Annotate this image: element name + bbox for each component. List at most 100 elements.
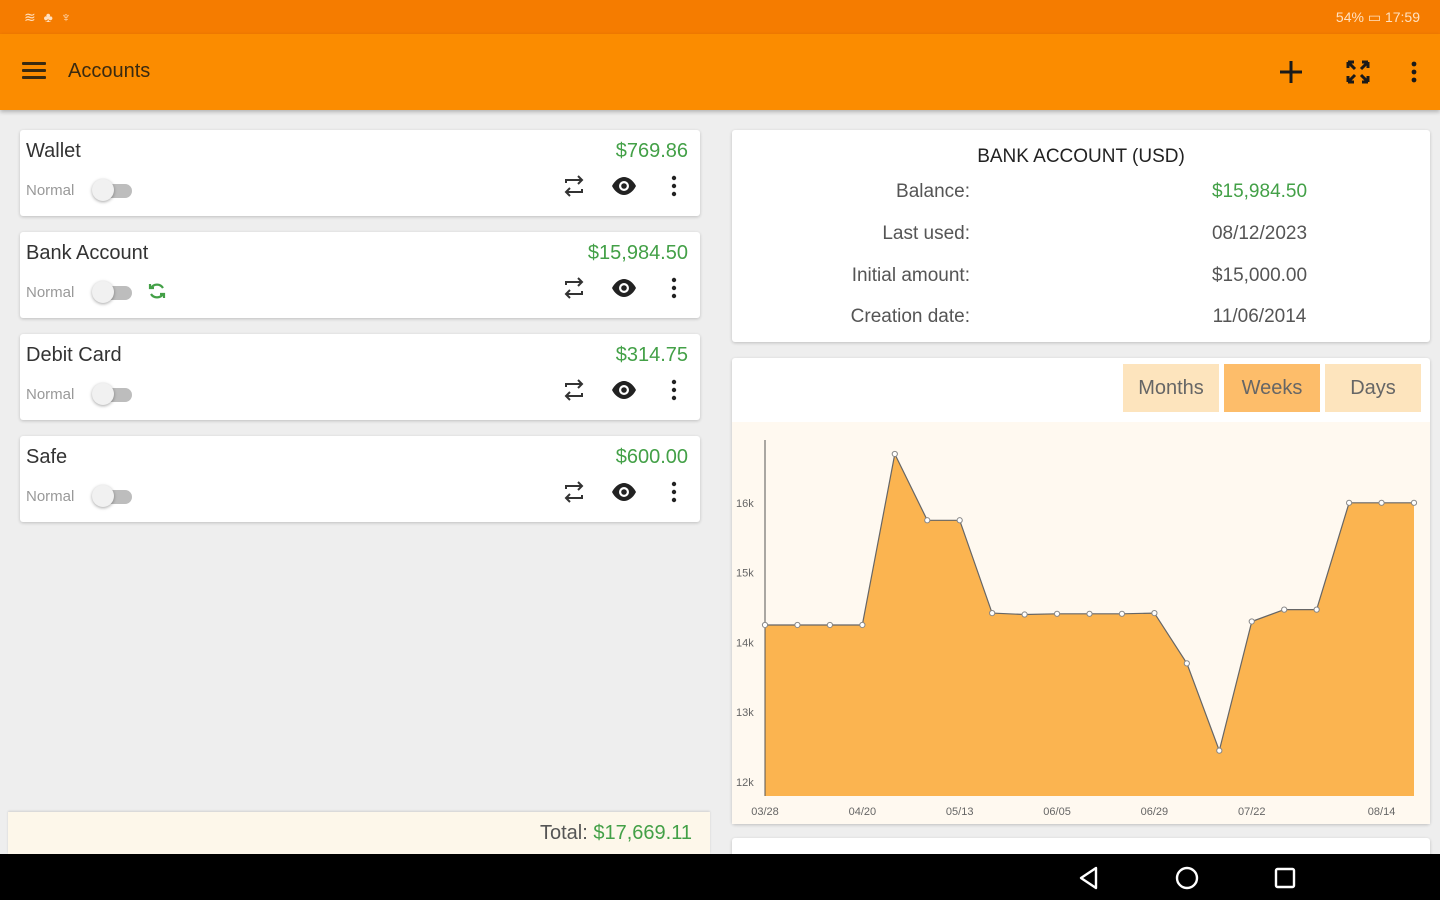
- total-bar: Total: $17,669.11: [8, 812, 710, 854]
- account-details-heading: BANK ACCOUNT (USD): [977, 146, 1185, 167]
- visibility-icon[interactable]: [610, 172, 638, 200]
- account-balance: $15,984.50: [587, 242, 688, 264]
- battery-icon: ▭: [1367, 9, 1382, 25]
- mode-toggle[interactable]: [92, 382, 132, 406]
- detail-value: $15,984.50: [1211, 181, 1308, 202]
- y-tick-label: 15k: [736, 568, 754, 580]
- account-name: Bank Account: [26, 242, 149, 264]
- data-point: [1313, 606, 1320, 613]
- account-balance: $600.00: [615, 446, 688, 468]
- data-point: [891, 450, 898, 458]
- sync-icon: [146, 280, 168, 302]
- data-point: [1053, 610, 1061, 617]
- clock: 17:59: [1384, 9, 1420, 25]
- detail-row-balance: Balance: $15,984.50: [732, 181, 1430, 211]
- data-point: [1410, 499, 1418, 506]
- mode-toggle[interactable]: [92, 484, 132, 508]
- transfer-icon[interactable]: [560, 376, 588, 404]
- total-value: $17,669.11: [593, 822, 692, 844]
- fullscreen-icon[interactable]: [1340, 54, 1376, 90]
- tab-days[interactable]: Days: [1325, 364, 1421, 412]
- balance-chart: 12k 13k 14k 15k 16k 03/28 04/20 05/13 06/05 06/29…: [736, 440, 1418, 818]
- account-name: Debit Card: [26, 344, 122, 366]
- more-options-icon[interactable]: [1396, 54, 1432, 90]
- data-point: [989, 610, 996, 617]
- transfer-icon[interactable]: [560, 478, 588, 506]
- data-point: [1021, 611, 1028, 618]
- page-title: Accounts: [68, 60, 151, 82]
- account-balance: $314.75: [615, 344, 688, 366]
- recents-icon[interactable]: [1270, 863, 1300, 893]
- data-point: [1248, 618, 1255, 625]
- detail-row-creation-date: Creation date: 11/06/2014: [732, 306, 1430, 336]
- data-point: [1216, 747, 1223, 754]
- x-tick-label: 04/20: [849, 806, 877, 818]
- account-card-wallet[interactable]: Wallet $769.86 Normal: [20, 130, 700, 216]
- visibility-icon[interactable]: [610, 274, 638, 302]
- account-mode-label: Normal: [26, 386, 75, 403]
- detail-row-initial-amount: Initial amount: $15,000.00: [732, 265, 1430, 295]
- y-tick-label: 13k: [736, 707, 754, 719]
- card-more-icon[interactable]: [660, 376, 688, 404]
- chart-area: 12k 13k 14k 15k 16k 03/28 04/20 05/13 06/05 06/29…: [732, 422, 1430, 824]
- visibility-icon[interactable]: [610, 478, 638, 506]
- data-point: [1346, 499, 1353, 506]
- tab-weeks[interactable]: Weeks: [1224, 364, 1320, 412]
- detail-value: 08/12/2023: [1211, 223, 1308, 244]
- data-point: [1151, 610, 1158, 617]
- data-point: [794, 621, 801, 629]
- account-mode-label: Normal: [26, 488, 75, 505]
- card-more-icon[interactable]: [660, 172, 688, 200]
- home-icon[interactable]: [1172, 863, 1202, 893]
- data-point: [826, 621, 834, 629]
- account-mode-label: Normal: [26, 182, 75, 199]
- account-name: Safe: [26, 446, 68, 468]
- data-point: [956, 517, 963, 524]
- x-tick-label: 06/05: [1043, 806, 1071, 818]
- data-point: [1281, 606, 1288, 613]
- data-point: [1183, 660, 1190, 667]
- balance-chart-card: Months Weeks Days 12k 13k 14k 15k 16k 03/28 04…: [732, 358, 1430, 824]
- visibility-icon[interactable]: [610, 376, 638, 404]
- detail-row-last-used: Last used: 08/12/2023: [732, 223, 1430, 253]
- data-point: [761, 621, 769, 629]
- card-more-icon[interactable]: [660, 274, 688, 302]
- detail-value: 11/06/2014: [1212, 306, 1307, 327]
- status-bar: ≋ ♣ ♆ 54% ▭ 17:59: [0, 0, 1440, 34]
- detail-label: Creation date:: [850, 306, 970, 327]
- total-label: Total:: [540, 822, 588, 844]
- add-icon[interactable]: [1273, 54, 1309, 90]
- x-tick-label: 03/28: [751, 806, 779, 818]
- mode-toggle[interactable]: [92, 280, 132, 304]
- data-point: [1378, 499, 1385, 506]
- account-card-safe[interactable]: Safe $600.00 Normal: [20, 436, 700, 522]
- back-icon[interactable]: [1074, 863, 1104, 893]
- app-bar: Accounts: [0, 34, 1440, 110]
- account-details-card: BANK ACCOUNT (USD) Balance: $15,984.50 L…: [732, 130, 1430, 342]
- y-tick-label: 12k: [736, 777, 754, 789]
- data-point: [1086, 610, 1093, 617]
- account-card-bank-account[interactable]: Bank Account $15,984.50 Normal: [20, 232, 700, 318]
- detail-value: $15,000.00: [1211, 265, 1308, 286]
- tab-months[interactable]: Months: [1123, 364, 1219, 412]
- account-balance: $769.86: [615, 140, 688, 162]
- data-point: [859, 621, 866, 629]
- data-point: [924, 517, 931, 524]
- y-tick-label: 16k: [736, 498, 754, 510]
- card-more-icon[interactable]: [660, 478, 688, 506]
- x-tick-label: 06/29: [1141, 806, 1169, 818]
- mode-toggle[interactable]: [92, 178, 132, 202]
- account-mode-label: Normal: [26, 284, 75, 301]
- navigation-bar: [0, 854, 1440, 900]
- x-tick-label: 07/22: [1238, 806, 1266, 818]
- menu-icon[interactable]: [22, 62, 46, 80]
- transfer-icon[interactable]: [560, 172, 588, 200]
- y-tick-label: 14k: [736, 637, 754, 649]
- x-tick-label: 05/13: [946, 806, 974, 818]
- data-point: [1118, 610, 1126, 617]
- transfer-icon[interactable]: [560, 274, 588, 302]
- x-tick-label: 08/14: [1368, 806, 1396, 818]
- detail-label: Last used:: [882, 223, 970, 244]
- account-card-debit-card[interactable]: Debit Card $314.75 Normal: [20, 334, 700, 420]
- detail-label: Balance:: [896, 181, 970, 202]
